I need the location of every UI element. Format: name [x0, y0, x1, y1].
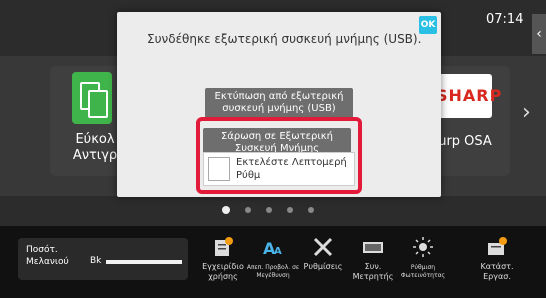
detailed-settings-option[interactable]: Εκτελέστε Λεπτομερή Ρύθμ [203, 152, 355, 186]
text-size-button[interactable]: A A Απεπ. Προβολ. σε Μεγέθυνση [246, 232, 300, 294]
counter-icon [363, 242, 383, 253]
chevron-right-icon[interactable]: › [522, 100, 531, 125]
toner-status: Ποσότ. Μελανιού Bk [18, 238, 188, 280]
toolbar-label: Απεπ. Προβολ. σε Μεγέθυνση [246, 264, 300, 279]
text-size-icon: A A [263, 239, 282, 258]
toner-label: Ποσότ. Μελανιού [26, 245, 69, 267]
clock: 07:14 [486, 12, 524, 27]
job-status-icon [488, 237, 507, 255]
toolbar-label: Ρυθμίσεις [303, 262, 343, 271]
toolbar-label: Συν. Μετρητής [352, 262, 394, 281]
tools-icon [313, 237, 333, 257]
page-dot[interactable] [287, 207, 293, 213]
brightness-button[interactable]: Ρύθμιση Φωτεινότητας [396, 232, 450, 294]
page-dot[interactable] [222, 206, 230, 214]
page-dot[interactable] [245, 207, 251, 213]
copy-icon [72, 72, 112, 124]
counter-button[interactable]: Συν. Μετρητής [346, 232, 400, 294]
job-status-button[interactable]: Κατάστ. Εργασ. [470, 232, 524, 294]
settings-button[interactable]: Ρυθμίσεις [296, 232, 350, 294]
toolbar-label: Ρύθμιση Φωτεινότητας [400, 264, 446, 279]
svg-text:A: A [274, 246, 282, 257]
brightness-icon [413, 237, 433, 257]
toner-color-label: Bk [90, 256, 102, 266]
dialog-message: Συνδέθηκε εξωτερική συσκευή μνήμης (USB)… [147, 32, 422, 46]
toner-level-bar [106, 260, 182, 264]
page-dot[interactable] [266, 207, 272, 213]
usb-connected-dialog: Συνδέθηκε εξωτερική συσκευή μνήμης (USB)… [117, 12, 441, 197]
page-indicator [222, 205, 314, 215]
bottom-toolbar: Ποσότ. Μελανιού Bk Εγχειρίδιο χρήσης A A… [0, 226, 546, 298]
page-dot[interactable] [308, 207, 314, 213]
ok-button[interactable]: OK [419, 16, 437, 34]
detailed-settings-label: Εκτελέστε Λεπτομερή Ρύθμ [236, 157, 347, 181]
home-screen: Εύκολ Αντιγρ SHARP urp OSA 07:14 ‹ › Ποσ… [0, 0, 546, 298]
toolbar-label: Κατάστ. Εργασ. [480, 262, 514, 281]
book-icon [215, 237, 233, 256]
manual-button[interactable]: Εγχειρίδιο χρήσης [196, 232, 250, 294]
toner-level-fill [106, 260, 182, 264]
toolbar-label: Εγχειρίδιο χρήσης [202, 262, 244, 281]
print-from-usb-button[interactable]: Εκτύπωση από εξωτερική συσκευή μνήμης (U… [205, 88, 353, 118]
chevron-left-icon[interactable]: ‹ [532, 14, 546, 54]
detailed-settings-checkbox[interactable] [208, 157, 230, 181]
